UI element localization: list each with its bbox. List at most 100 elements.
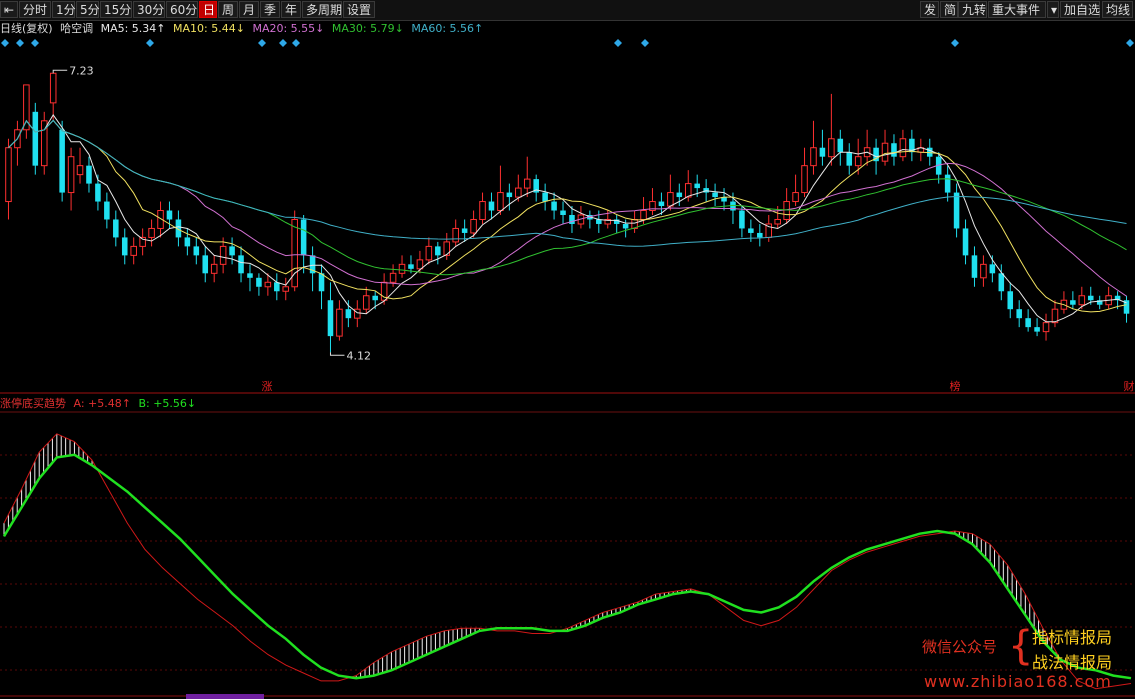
watermark-name-2: 战法情报局 <box>1032 653 1113 672</box>
signal-diamond-icon <box>951 39 959 47</box>
candle-body <box>881 142 889 162</box>
candle-body <box>515 187 522 198</box>
watermark-url: www.zhibiao168.com <box>924 672 1112 691</box>
candle-body <box>523 178 531 189</box>
candle-body <box>219 245 227 265</box>
candle-body <box>336 308 343 337</box>
candle-body <box>774 218 781 225</box>
candle-body <box>104 201 110 220</box>
candle-body <box>425 245 433 261</box>
candle-body <box>416 259 424 270</box>
candle-body <box>274 282 280 292</box>
candle-body <box>962 228 969 256</box>
candle-body <box>372 295 378 301</box>
timeline-highlight <box>186 694 264 699</box>
candle-body <box>1007 291 1014 310</box>
signal-diamond-icon <box>641 39 649 47</box>
signal-diamond-icon <box>146 39 154 47</box>
candle-body <box>282 286 290 292</box>
signal-diamond-icon <box>1 39 9 47</box>
candle-body <box>408 264 414 269</box>
candle-body <box>67 156 75 194</box>
candle-body <box>676 192 683 198</box>
signal-diamond-icon <box>1126 39 1134 47</box>
candle-body <box>837 138 844 153</box>
candle-body <box>345 309 352 319</box>
candle-body <box>229 246 235 256</box>
candle-body <box>202 255 209 274</box>
candle-body <box>971 255 978 278</box>
candle-body <box>1016 309 1022 319</box>
signal-diamond-icon <box>279 39 287 47</box>
candle-body <box>461 228 468 233</box>
candle-body <box>49 72 57 104</box>
candle-body <box>694 183 700 189</box>
kline-chart[interactable]: 7.23 4.12 涨 榜 财 <box>0 0 1135 699</box>
max-price-label: 7.23 <box>69 64 94 77</box>
candle-body <box>1042 322 1050 333</box>
candle-body <box>1078 295 1086 306</box>
candle-body <box>792 192 799 203</box>
candle-body <box>497 192 504 212</box>
signal-diamond-icon <box>31 39 39 47</box>
signal-diamond-icon <box>16 39 24 47</box>
candle-body <box>1034 327 1040 332</box>
candle-body <box>891 143 897 157</box>
candle-body <box>86 165 92 184</box>
candle-body <box>166 210 173 220</box>
candle-body <box>953 192 960 229</box>
candle-body <box>989 264 996 274</box>
candle-body <box>998 273 1005 292</box>
candle-body <box>640 210 647 220</box>
candle-body <box>354 308 361 319</box>
candle-body <box>130 245 137 256</box>
min-price-pointer <box>329 352 345 356</box>
candle-body <box>810 147 817 167</box>
candle-body <box>327 300 334 337</box>
watermark-name-1: 指标情报局 <box>1032 628 1113 647</box>
candle-body <box>899 138 907 158</box>
candle-body <box>944 174 951 193</box>
watermark-brace: { <box>1008 623 1034 669</box>
candle-body <box>210 263 218 274</box>
candle-body <box>1070 300 1076 305</box>
candle-body <box>59 129 65 193</box>
candle-body <box>32 111 39 166</box>
candle-body <box>658 201 665 207</box>
candle-body <box>980 263 987 279</box>
candle-body <box>488 201 495 211</box>
candle-body <box>184 237 191 247</box>
candle-body <box>1087 295 1094 301</box>
watermark: 微信公众号 { 指标情报局 战法情报局 www.zhibiao168.com <box>922 622 1132 694</box>
candle-body <box>748 228 754 233</box>
candle-body <box>622 223 629 229</box>
candle-body <box>783 201 790 220</box>
signal-diamond-icon <box>258 39 266 47</box>
candle-body <box>560 210 566 215</box>
candle-body <box>193 246 200 256</box>
candle-body <box>801 165 808 194</box>
candle-body <box>76 165 84 176</box>
candle-body <box>854 156 862 167</box>
event-marker-bang: 榜 <box>950 379 961 393</box>
candle-body <box>479 201 486 220</box>
event-marker-zhang: 涨 <box>262 380 273 393</box>
min-price-label: 4.12 <box>346 349 371 362</box>
candle-body <box>95 183 101 202</box>
candle-body <box>362 295 370 310</box>
candle-body <box>1025 318 1031 328</box>
candle-body <box>5 147 12 203</box>
candle-body <box>470 218 477 234</box>
candle-body <box>389 272 397 283</box>
candle-body <box>435 246 441 256</box>
candle-body <box>452 227 459 243</box>
candle-body <box>569 215 575 224</box>
candle-body <box>828 138 835 158</box>
candle-body <box>247 273 253 278</box>
candle-body <box>846 152 853 166</box>
candle-body <box>506 192 513 198</box>
candle-body <box>542 192 548 202</box>
candle-body <box>264 281 272 288</box>
signal-diamond-icon <box>614 39 622 47</box>
candle-body <box>113 219 119 238</box>
